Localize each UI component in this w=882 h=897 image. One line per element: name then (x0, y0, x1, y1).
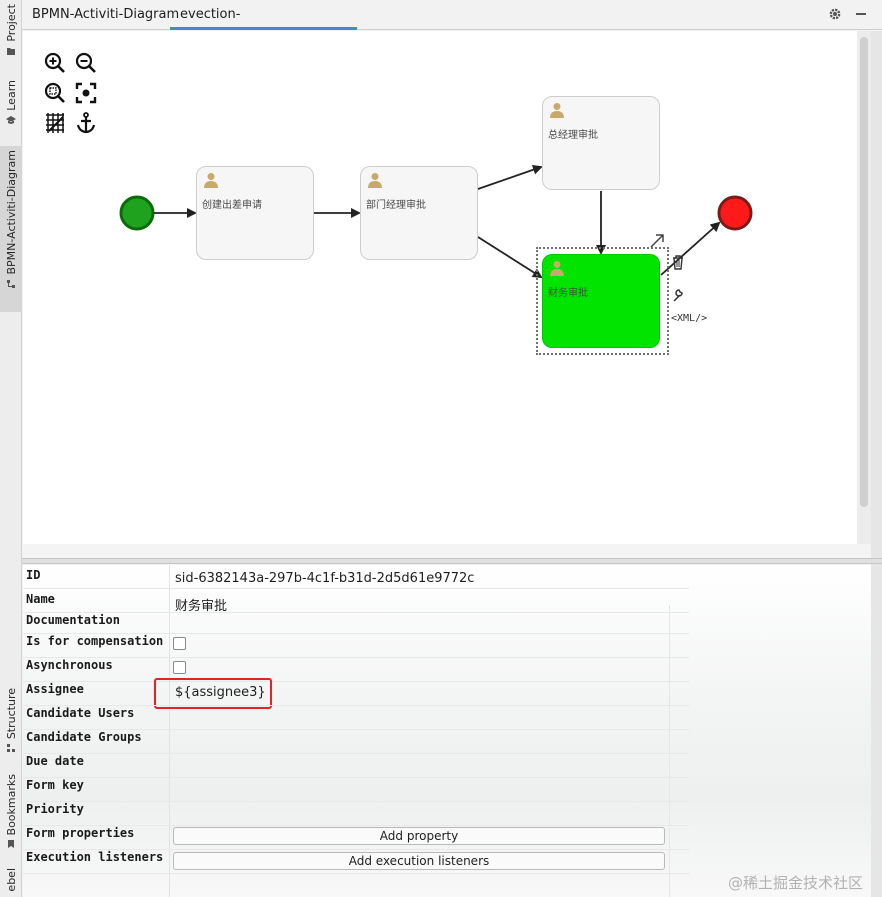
tabbar-actions (828, 7, 868, 21)
add-execution-listeners-button[interactable]: Add execution listeners (173, 852, 665, 870)
task-general-manager-approval[interactable]: 总经理审批 (542, 96, 660, 190)
prop-row-id: ID sid-6382143a-297b-4c1f-b31d-2d5d61e97… (23, 565, 871, 589)
compensation-checkbox[interactable] (173, 637, 186, 650)
prop-key: Is for compensation (26, 634, 164, 648)
tab-rebel[interactable]: ebel (0, 868, 22, 897)
tab-evection-xml[interactable]: evection-global.bpmn20.xml (170, 0, 357, 52)
prop-key: Documentation (26, 613, 120, 627)
tab-bpmn-activiti-diagram[interactable]: BPMN-Activiti-Diagram (0, 146, 22, 312)
structure-icon (7, 744, 15, 753)
user-task-icon (550, 261, 564, 276)
connect-arrow-icon[interactable] (648, 232, 666, 250)
tab-bookmarks-label: Bookmarks (4, 774, 18, 836)
prop-key: Form properties (26, 826, 135, 840)
prop-row-assignee: Assignee ${assignee3} (23, 679, 871, 703)
prop-row-candidate-users: Candidate Users (23, 703, 871, 727)
prop-key: Candidate Users (26, 706, 135, 720)
task-label: 创建出差申请 (202, 200, 262, 211)
left-tool-strip: Project Learn BPMN-Activiti-Diagram Stru… (0, 0, 22, 897)
prop-row-compensation: Is for compensation (23, 631, 871, 655)
task-create-application[interactable]: 创建出差申请 (196, 166, 314, 260)
tab-structure-label: Structure (4, 688, 18, 740)
prop-key: Candidate Groups (26, 730, 142, 744)
task-label: 部门经理审批 (366, 200, 426, 211)
task-label: 财务审批 (548, 288, 588, 299)
tab-structure[interactable]: Structure (0, 688, 22, 758)
add-property-button[interactable]: Add property (173, 827, 665, 845)
row-line (23, 873, 689, 874)
diagram-canvas[interactable]: 创建出差申请 部门经理审批 总经理审批 财务审批 <XML/> (23, 31, 857, 544)
wrench-icon[interactable] (671, 287, 685, 303)
prop-key: Form key (26, 778, 84, 792)
prop-key: Name (26, 592, 55, 606)
prop-key: Asynchronous (26, 658, 113, 672)
trash-icon[interactable] (671, 254, 685, 270)
prop-id-value[interactable]: sid-6382143a-297b-4c1f-b31d-2d5d61e9772c (175, 571, 474, 586)
user-task-icon (550, 103, 564, 118)
folder-icon (7, 47, 15, 55)
canvas-vertical-scrollbar[interactable] (857, 31, 871, 544)
tab-learn[interactable]: Learn (0, 80, 22, 132)
gear-icon[interactable] (828, 7, 842, 21)
flow-finance-to-end[interactable] (660, 221, 721, 276)
right-edge (871, 31, 882, 897)
prop-key: Execution listeners (26, 850, 164, 864)
diagram-icon (7, 279, 15, 288)
panel-splitter[interactable] (22, 558, 882, 564)
prop-row-asynchronous: Asynchronous (23, 655, 871, 679)
tab-rebel-label: ebel (4, 868, 18, 892)
prop-key: ID (26, 568, 41, 582)
prop-key: Due date (26, 754, 84, 768)
prop-row-form-properties: Form properties Add property (23, 823, 871, 847)
prop-row-form-key: Form key (23, 775, 871, 799)
graduation-icon (6, 115, 16, 124)
bookmark-icon (8, 840, 14, 849)
user-task-icon (368, 173, 382, 188)
xml-link[interactable]: <XML/> (671, 313, 707, 324)
prop-row-due-date: Due date (23, 751, 871, 775)
tab-learn-label: Learn (4, 80, 18, 111)
asynchronous-checkbox[interactable] (173, 661, 186, 674)
end-event[interactable] (717, 195, 753, 231)
task-finance-approval[interactable]: 财务审批 (542, 254, 660, 348)
tab-project[interactable]: Project (0, 4, 22, 64)
prop-row-candidate-groups: Candidate Groups (23, 727, 871, 751)
tab-bpmn-label: BPMN-Activiti-Diagram (4, 150, 18, 275)
prop-row-priority: Priority (23, 799, 871, 823)
properties-panel: ID sid-6382143a-297b-4c1f-b31d-2d5d61e97… (23, 565, 871, 897)
process-flow (119, 164, 753, 279)
flow-dept-to-finance[interactable] (477, 236, 543, 279)
tab-bookmarks[interactable]: Bookmarks (0, 774, 22, 852)
flow-dept-to-gm[interactable] (477, 164, 543, 190)
prop-key: Assignee (26, 682, 84, 696)
minimize-icon[interactable] (854, 7, 868, 21)
task-label: 总经理审批 (548, 130, 598, 141)
tab-bpmn-diagram[interactable]: BPMN-Activiti-Diagram (22, 0, 189, 30)
canvas-horizontal-strip (23, 544, 871, 558)
start-event[interactable] (119, 195, 155, 231)
task-dept-manager-approval[interactable]: 部门经理审批 (360, 166, 478, 260)
prop-key: Priority (26, 802, 84, 816)
watermark: @稀土掘金技术社区 (727, 874, 863, 892)
tab-project-label: Project (4, 4, 18, 42)
editor-tabbar: BPMN-Activiti-Diagram evection-global.bp… (22, 0, 882, 52)
user-task-icon (204, 173, 218, 188)
prop-row-execution-listeners: Execution listeners Add execution listen… (23, 847, 871, 871)
